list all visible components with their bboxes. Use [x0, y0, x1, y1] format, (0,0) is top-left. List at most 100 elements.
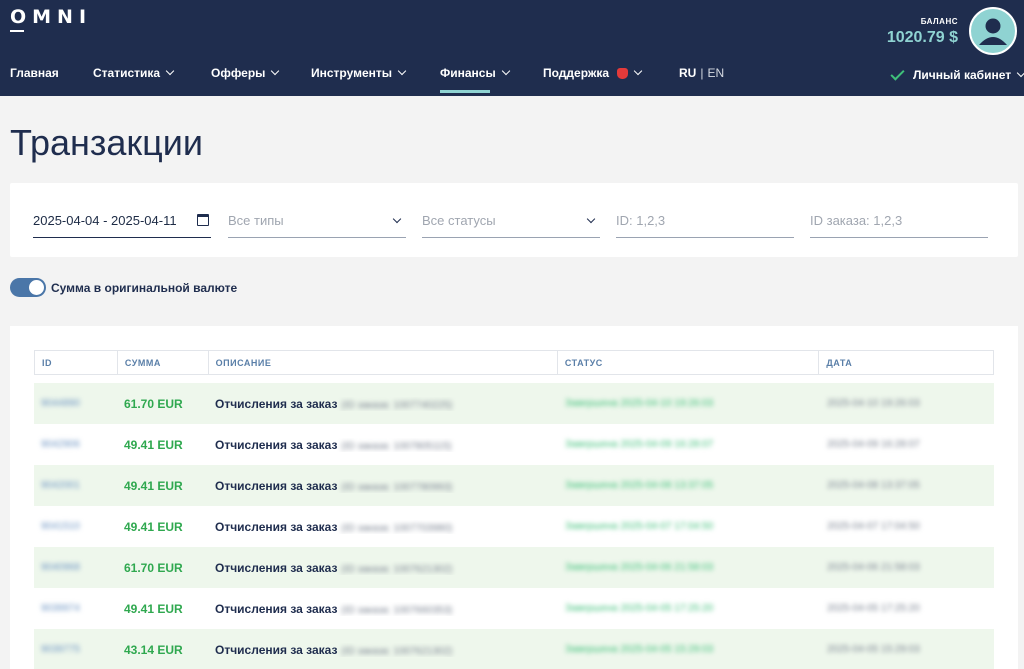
cell-description: Отчисления за заказ (ID заказа: 100762130… [208, 561, 558, 575]
cell-status-text: Завершена 2025-04-09 16:28:07 [565, 439, 714, 450]
table-row[interactable]: 9039775 43.14 EUR Отчисления за заказ (ID з… [34, 629, 994, 669]
account-menu[interactable]: Личный кабинет [890, 65, 1024, 82]
order-id-text: (ID заказа: 1007740225) [341, 399, 453, 411]
cell-status: Завершена 2025-04-10 19:26:03 [558, 398, 820, 409]
cell-status: Завершена 2025-04-08 13:37:05 [558, 480, 820, 491]
cell-id-text: 9039974 [41, 603, 80, 614]
cell-description-text: Отчисления за заказ [215, 396, 338, 411]
nav-item-finance[interactable]: Финансы [440, 66, 510, 80]
cell-date: 2025-04-05 15:29:03 [820, 644, 994, 655]
cell-description: Отчисления за заказ (ID заказа: 100778099… [208, 479, 558, 493]
cell-id: 9042001 [34, 480, 117, 491]
nav-item-label: Статистика [93, 66, 161, 80]
nav-item-offers[interactable]: Офферы [211, 66, 280, 80]
header-sum[interactable]: СУММА [118, 351, 209, 374]
table-row[interactable]: 9040968 61.70 EUR Отчисления за заказ (ID з… [34, 547, 994, 588]
cell-id: 9039775 [34, 644, 117, 655]
lang-ru-link[interactable]: RU [679, 66, 696, 80]
nav-item-label: Инструменты [311, 66, 393, 80]
chevron-down-icon [1016, 68, 1024, 78]
order-id-text: (ID заказа: 1007703980) [341, 522, 453, 534]
active-nav-indicator [440, 90, 490, 93]
table-row[interactable]: 9042001 49.41 EUR Отчисления за заказ (ID з… [34, 465, 994, 506]
order-id-input[interactable]: ID заказа: 1,2,3 [810, 205, 988, 238]
cell-status-text: Завершена 2025-04-05 17:25:20 [565, 603, 714, 614]
table-row[interactable]: 9042906 49.41 EUR Отчисления за заказ (ID з… [34, 424, 994, 465]
cell-id-text: 9040968 [41, 562, 80, 573]
cell-sum: 61.70 EUR [117, 397, 208, 411]
main-nav: Главная Статистика Офферы Инструменты Фи… [0, 60, 1024, 96]
logo-underline [10, 30, 24, 32]
header-id[interactable]: ID [35, 351, 118, 374]
cell-status: Завершена 2025-04-09 16:28:07 [558, 439, 820, 450]
status-select[interactable]: Все статусы [422, 205, 600, 238]
cell-sum: 49.41 EUR [117, 438, 208, 452]
table-row[interactable]: 9041510 49.41 EUR Отчисления за заказ (ID з… [34, 506, 994, 547]
cell-description: Отчисления за заказ (ID заказа: 100762130… [208, 643, 558, 657]
lang-en-link[interactable]: EN [707, 66, 724, 80]
account-label: Личный кабинет [913, 68, 1012, 82]
page-title: Транзакции [10, 122, 204, 163]
language-switcher: RU | EN [679, 66, 724, 80]
cell-description: Отчисления за заказ (ID заказа: 100774022… [208, 397, 558, 411]
nav-item-tools[interactable]: Инструменты [311, 66, 407, 80]
header-status[interactable]: СТАТУС [558, 351, 820, 374]
cell-sum-text: 49.41 EUR [124, 601, 183, 616]
user-icon [979, 18, 1007, 45]
chevron-down-icon [397, 66, 407, 76]
nav-item-statistics[interactable]: Статистика [93, 66, 175, 80]
cell-description-text: Отчисления за заказ [215, 601, 338, 616]
order-id-text: (ID заказа: 1007660353) [341, 604, 453, 616]
cell-description-text: Отчисления за заказ [215, 519, 338, 534]
table-row[interactable]: 9044890 61.70 EUR Отчисления за заказ (ID з… [34, 383, 994, 424]
cell-id: 9044890 [34, 398, 117, 409]
type-select[interactable]: Все типы [228, 205, 406, 238]
cell-status-text: Завершена 2025-04-07 17:04:50 [565, 521, 714, 532]
date-range-picker[interactable]: 2025-04-04 - 2025-04-11 [33, 205, 211, 238]
cell-date: 2025-04-06 21:58:03 [820, 562, 994, 573]
date-range-value: 2025-04-04 - 2025-04-11 [33, 213, 177, 228]
cell-date-text: 2025-04-08 13:37:05 [827, 480, 920, 491]
chevron-down-icon [501, 66, 510, 76]
chevron-down-icon [633, 66, 643, 76]
cell-sum-text: 61.70 EUR [124, 560, 183, 575]
cell-sum: 49.41 EUR [117, 602, 208, 616]
table-body: 9044890 61.70 EUR Отчисления за заказ (ID з… [34, 383, 994, 669]
top-header: OMNI БАЛАНС 1020.79 $ Главная Статистика… [0, 0, 1024, 96]
nav-item-support[interactable]: Поддержка [543, 66, 643, 80]
id-input[interactable]: ID: 1,2,3 [616, 205, 794, 238]
cell-date: 2025-04-09 16:28:07 [820, 439, 994, 450]
header-description[interactable]: ОПИСАНИЕ [209, 351, 558, 374]
cell-status: Завершена 2025-04-05 15:29:03 [558, 644, 820, 655]
cell-sum-text: 43.14 EUR [124, 642, 183, 657]
cell-date: 2025-04-10 19:26:03 [820, 398, 994, 409]
cell-sum-text: 49.41 EUR [124, 519, 183, 534]
nav-item-label: Офферы [211, 66, 266, 80]
original-currency-label: Сумма в оригинальной валюте [51, 281, 238, 295]
original-currency-toggle[interactable] [10, 278, 46, 297]
nav-item-home[interactable]: Главная [10, 66, 59, 80]
table-header: ID СУММА ОПИСАНИЕ СТАТУС ДАТА [34, 350, 994, 375]
id-input-placeholder: ID: 1,2,3 [616, 213, 666, 228]
header-date[interactable]: ДАТА [819, 351, 993, 374]
cell-status-text: Завершена 2025-04-06 21:58:03 [565, 562, 714, 573]
cell-date-text: 2025-04-05 15:29:03 [827, 644, 920, 655]
cell-date-text: 2025-04-07 17:04:50 [827, 521, 920, 532]
cell-id-text: 9042906 [41, 439, 80, 450]
toggle-knob [29, 280, 44, 295]
user-avatar-icon[interactable] [969, 7, 1017, 55]
cell-sum: 61.70 EUR [117, 561, 208, 575]
chevron-down-icon [392, 214, 402, 224]
cell-date: 2025-04-07 17:04:50 [820, 521, 994, 532]
nav-item-label: Финансы [440, 66, 496, 80]
cell-status-text: Завершена 2025-04-08 13:37:05 [565, 480, 714, 491]
chevron-down-icon [271, 66, 280, 76]
cell-description-text: Отчисления за заказ [215, 478, 338, 493]
table-row[interactable]: 9039974 49.41 EUR Отчисления за заказ (ID з… [34, 588, 994, 629]
omni-logo[interactable]: OMNI [10, 6, 92, 28]
cell-sum: 49.41 EUR [117, 520, 208, 534]
nav-item-label: Поддержка [543, 66, 610, 80]
cell-id-text: 9044890 [41, 398, 80, 409]
cell-date-text: 2025-04-06 21:58:03 [827, 562, 920, 573]
nav-item-label: Главная [10, 66, 59, 80]
